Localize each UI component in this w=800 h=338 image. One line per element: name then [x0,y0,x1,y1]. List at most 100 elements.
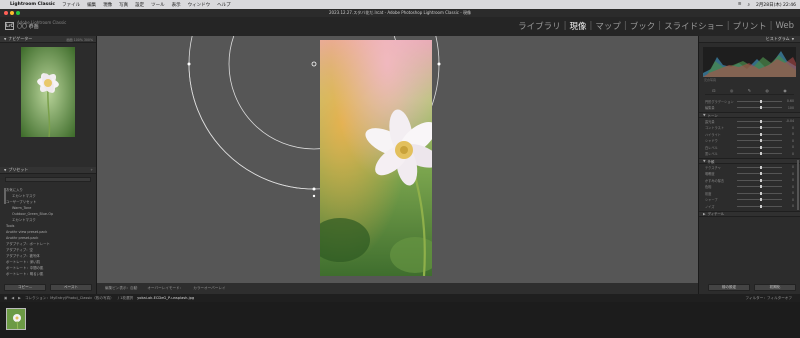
slider-track[interactable] [737,99,782,103]
slider-track[interactable] [737,165,782,169]
menu-help[interactable]: ヘルプ [217,2,231,8]
module-web[interactable]: Web [775,21,794,31]
copy-button[interactable]: コピー... [4,284,46,291]
menu-tools[interactable]: ツール [151,2,165,8]
slider-value[interactable]: 0 [782,178,794,182]
slider-knob[interactable] [759,204,762,208]
slider-knob[interactable] [759,106,762,110]
right-scrollbar[interactable] [797,160,799,210]
forward-icon[interactable]: ▶ [18,296,21,300]
slider-track[interactable] [737,119,782,123]
wifi-icon[interactable]: ≋ [738,2,742,7]
slider-value[interactable]: 0 [782,172,794,176]
module-map[interactable]: マップ [595,20,621,32]
previous-button[interactable]: 前の設定 [708,284,750,291]
slider-track[interactable] [737,185,782,189]
slider-track[interactable] [737,152,782,156]
slider-value[interactable]: 0 [782,165,794,169]
pin-display-option[interactable]: 編集ピン表示：自動 [105,286,137,291]
slider-track[interactable] [737,145,782,149]
module-library[interactable]: ライブラリ [518,20,561,32]
menu-photo[interactable]: 写真 [119,2,128,8]
histogram-header[interactable]: ヒストグラム ▼ [699,36,800,43]
overlay-color-option[interactable]: カラーオーバーレイ [193,286,225,291]
navigator-preview[interactable] [21,47,75,137]
redeye-tool-icon[interactable]: ◍ [765,88,769,93]
menu-settings[interactable]: 設定 [135,2,144,8]
slider-knob[interactable] [759,165,762,169]
main-photo[interactable] [320,40,432,276]
histogram[interactable] [703,47,796,77]
paste-button[interactable]: ペースト [50,284,92,291]
slider-knob[interactable] [759,191,762,195]
slider-knob[interactable] [759,119,762,123]
app-menu[interactable]: Lightroom Classic [10,2,55,7]
search-icon[interactable]: ⌕ [747,2,750,8]
slider-knob[interactable] [759,132,762,136]
crop-tool-icon[interactable]: ⊡ [712,88,715,93]
slider-track[interactable] [737,178,782,182]
add-preset-icon[interactable]: + [90,168,93,172]
menu-window[interactable]: ウィンドウ [188,2,211,8]
slider-knob[interactable] [759,185,762,189]
slider-value[interactable]: 0 [782,126,794,130]
minimize-window-icon[interactable] [10,11,14,15]
close-window-icon[interactable] [4,11,8,15]
menu-develop[interactable]: 現像 [103,2,112,8]
module-print[interactable]: プリント [733,20,767,32]
slider-knob[interactable] [759,198,762,202]
slider-track[interactable] [737,139,782,143]
slider-track[interactable] [737,132,782,136]
grid-view-icon[interactable]: ▣ [4,296,7,300]
preset-item[interactable]: ポートレート：明るい肌 [6,271,90,277]
slider-value[interactable]: 100 [782,106,794,110]
menu-view[interactable]: 表示 [172,2,181,8]
zoom-window-icon[interactable] [16,11,20,15]
module-develop[interactable]: 現像 [570,20,587,32]
mask-tool-icon[interactable]: ◉ [783,88,787,93]
slider-knob[interactable] [759,152,762,156]
navigator-header[interactable]: ▼ ナビゲーター 画面 100% 300% [0,36,96,43]
slider-track[interactable] [737,126,782,130]
slider-track[interactable] [737,204,782,208]
slider-value[interactable]: 0 [782,139,794,143]
brush-tool-icon[interactable]: ✎ [748,88,751,93]
left-panel-handle[interactable] [4,188,6,204]
slider-value[interactable]: 0 [782,132,794,136]
slider-value[interactable]: 0 [782,191,794,195]
collection-source[interactable]: コレクション：MyEntry(Photo)_Classic（枚の写真） [25,296,114,301]
slider-track[interactable] [737,198,782,202]
slider-value[interactable]: 0 [782,152,794,156]
filmstrip-thumbnail[interactable] [6,308,26,330]
navigator-zoom[interactable]: 画面 100% 300% [66,37,93,42]
module-book[interactable]: ブック [630,20,656,32]
slider-knob[interactable] [759,139,762,143]
slider-knob[interactable] [759,178,762,182]
slider-knob[interactable] [759,99,762,103]
overlay-mode-option[interactable]: オーバーレイモード： [147,286,183,291]
slider-value[interactable]: 0 [782,145,794,149]
slider-knob[interactable] [759,126,762,130]
slider-value[interactable]: 0 [782,204,794,208]
presets-header[interactable]: ▼ プリセット + [0,167,96,174]
filter-control[interactable]: フィルター：フィルターオフ [745,296,792,301]
slider-value[interactable]: 0.60 [782,99,794,103]
slider-track[interactable] [737,191,782,195]
slider-knob[interactable] [759,145,762,149]
menu-edit[interactable]: 編集 [87,2,96,8]
clock[interactable]: 2月28日(木) 22:46 [756,2,796,8]
heal-tool-icon[interactable]: ◎ [730,88,734,93]
slider-track[interactable] [737,172,782,176]
photo-view[interactable] [97,36,698,283]
slider-value[interactable]: -0.04 [782,119,794,123]
reset-button[interactable]: 初期化 [754,284,796,291]
back-icon[interactable]: ◀ [11,296,14,300]
slider-track[interactable] [737,106,782,110]
slider-value[interactable]: 0 [782,198,794,202]
slider-knob[interactable] [759,172,762,176]
module-slideshow[interactable]: スライドショー [664,20,724,32]
slider-value[interactable]: 0 [782,185,794,189]
section-detail[interactable]: ▶ ディテール [699,210,800,217]
preset-search-input[interactable] [5,177,91,182]
menu-file[interactable]: ファイル [62,2,80,8]
